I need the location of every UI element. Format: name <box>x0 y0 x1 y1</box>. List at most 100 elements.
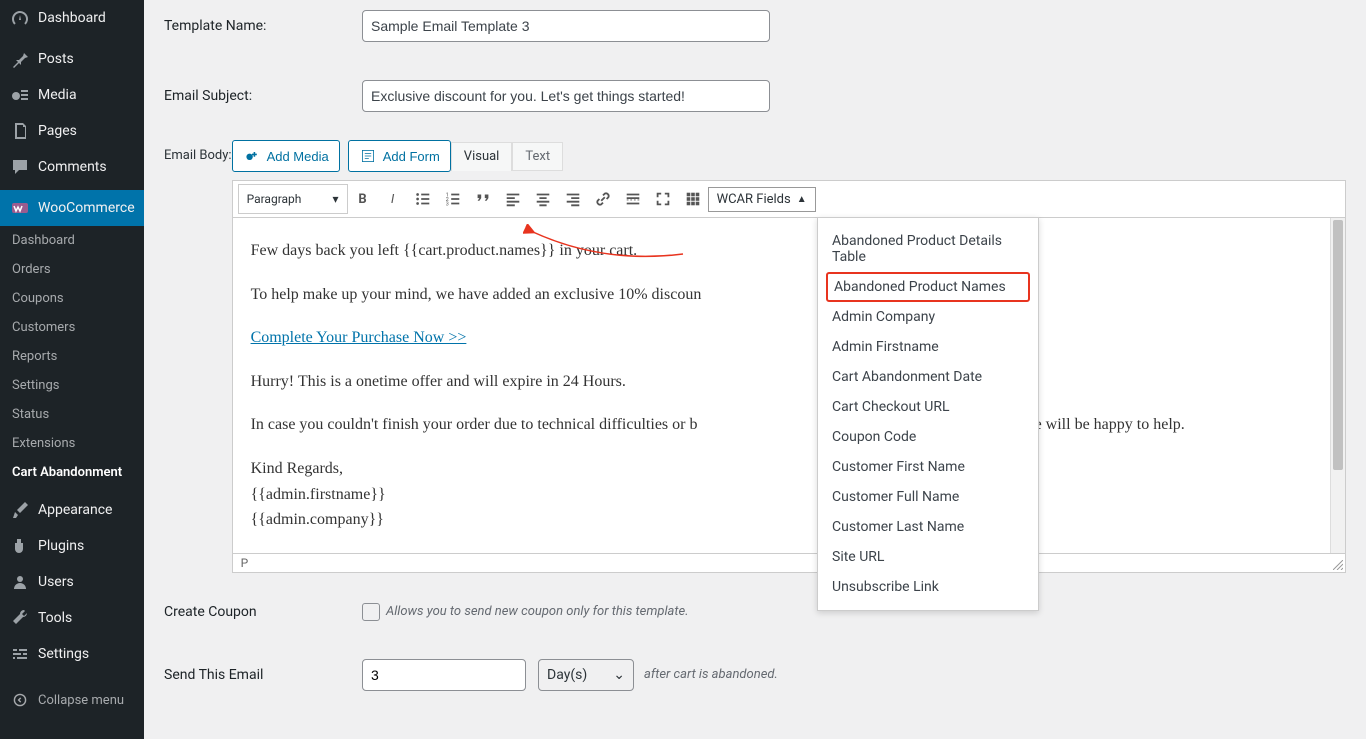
collapse-menu[interactable]: Collapse menu <box>0 682 144 718</box>
editor-scrollbar[interactable] <box>1330 218 1345 553</box>
dd-site-url[interactable]: Site URL <box>818 542 1038 572</box>
create-coupon-checkbox[interactable] <box>362 603 380 621</box>
toolbar-toggle-button[interactable] <box>678 184 708 214</box>
menu-comments[interactable]: Comments <box>0 149 144 185</box>
send-unit-select[interactable]: Day(s)⌄ <box>538 659 634 691</box>
menu-media[interactable]: Media <box>0 77 144 113</box>
dd-unsubscribe[interactable]: Unsubscribe Link <box>818 572 1038 602</box>
brush-icon <box>10 500 30 520</box>
visual-tab[interactable]: Visual <box>451 142 513 171</box>
send-email-label: Send This Email <box>164 667 362 683</box>
chevron-down-icon: ▾ <box>333 192 339 206</box>
dd-product-details-table[interactable]: Abandoned Product Details Table <box>818 226 1038 272</box>
submenu-coupons[interactable]: Coupons <box>0 284 144 313</box>
submenu-reports[interactable]: Reports <box>0 342 144 371</box>
fullscreen-button[interactable] <box>648 184 678 214</box>
media-add-icon <box>243 147 261 165</box>
dd-coupon-code[interactable]: Coupon Code <box>818 422 1038 452</box>
submenu-orders[interactable]: Orders <box>0 255 144 284</box>
submenu-extensions[interactable]: Extensions <box>0 429 144 458</box>
add-media-button[interactable]: Add Media <box>232 140 340 172</box>
menu-label: Comments <box>38 159 107 175</box>
create-coupon-hint: Allows you to send new coupon only for t… <box>386 604 689 619</box>
italic-button[interactable]: I <box>378 184 408 214</box>
menu-label: Users <box>38 574 74 590</box>
align-right-button[interactable] <box>558 184 588 214</box>
editor-body[interactable]: Few days back you left {{cart.product.na… <box>232 218 1346 554</box>
admin-sidebar: Dashboard Posts Media Pages Comments Woo… <box>0 0 144 739</box>
submenu-cart-abandonment[interactable]: Cart Abandonment <box>0 458 144 487</box>
dd-customer-fullname[interactable]: Customer Full Name <box>818 482 1038 512</box>
menu-label: Media <box>38 87 77 103</box>
email-body-label: Email Body: <box>164 140 232 163</box>
collapse-label: Collapse menu <box>38 693 124 708</box>
add-form-button[interactable]: Add Form <box>348 140 451 172</box>
wrench-icon <box>10 608 30 628</box>
wcar-fields-dropdown: Abandoned Product Details Table Abandone… <box>817 217 1039 611</box>
dd-admin-firstname[interactable]: Admin Firstname <box>818 332 1038 362</box>
menu-woocommerce[interactable]: WooCommerce <box>0 190 144 226</box>
sliders-icon <box>10 644 30 664</box>
menu-label: Dashboard <box>38 10 106 26</box>
menu-users[interactable]: Users <box>0 564 144 600</box>
menu-label: Tools <box>38 610 72 626</box>
editor-toolbar: Paragraph▾ B I 123 WCAR Fields▲ <box>232 180 1346 218</box>
chevron-down-icon: ⌄ <box>613 667 625 683</box>
menu-settings[interactable]: Settings <box>0 636 144 672</box>
menu-appearance[interactable]: Appearance <box>0 492 144 528</box>
gauge-icon <box>10 8 30 28</box>
main-content: Template Name: Email Subject: Email Body… <box>144 0 1366 739</box>
woo-icon <box>10 198 30 218</box>
send-after-text: after cart is abandoned. <box>644 667 778 682</box>
resize-handle[interactable] <box>1333 560 1343 570</box>
pages-icon <box>10 121 30 141</box>
dd-product-names[interactable]: Abandoned Product Names <box>826 272 1030 302</box>
menu-label: Appearance <box>38 502 112 518</box>
plugin-icon <box>10 536 30 556</box>
submenu-dashboard[interactable]: Dashboard <box>0 226 144 255</box>
dd-customer-firstname[interactable]: Customer First Name <box>818 452 1038 482</box>
number-list-button[interactable]: 123 <box>438 184 468 214</box>
arrow-up-icon: ▲ <box>797 194 807 205</box>
bullet-list-button[interactable] <box>408 184 438 214</box>
template-name-label: Template Name: <box>164 18 362 34</box>
submenu-status[interactable]: Status <box>0 400 144 429</box>
submenu-customers[interactable]: Customers <box>0 313 144 342</box>
menu-label: Plugins <box>38 538 84 554</box>
format-select[interactable]: Paragraph▾ <box>238 184 348 214</box>
link-button[interactable] <box>588 184 618 214</box>
media-icon <box>10 85 30 105</box>
quote-button[interactable] <box>468 184 498 214</box>
user-icon <box>10 572 30 592</box>
align-center-button[interactable] <box>528 184 558 214</box>
menu-posts[interactable]: Posts <box>0 41 144 77</box>
text-tab[interactable]: Text <box>512 142 563 171</box>
dd-admin-company[interactable]: Admin Company <box>818 302 1038 332</box>
bold-button[interactable]: B <box>348 184 378 214</box>
email-subject-input[interactable] <box>362 80 770 112</box>
send-value-input[interactable] <box>362 659 526 691</box>
wcar-fields-button[interactable]: WCAR Fields▲ <box>708 187 816 212</box>
create-coupon-label: Create Coupon <box>164 604 362 620</box>
menu-dashboard[interactable]: Dashboard <box>0 0 144 36</box>
menu-label: WooCommerce <box>38 200 135 216</box>
menu-pages[interactable]: Pages <box>0 113 144 149</box>
editor-status-path: P <box>232 554 1346 573</box>
dd-cart-date[interactable]: Cart Abandonment Date <box>818 362 1038 392</box>
email-subject-label: Email Subject: <box>164 88 362 104</box>
complete-purchase-link[interactable]: Complete Your Purchase Now >> <box>251 329 467 346</box>
menu-tools[interactable]: Tools <box>0 600 144 636</box>
svg-text:3: 3 <box>445 201 448 207</box>
menu-label: Pages <box>38 123 77 139</box>
submenu-settings[interactable]: Settings <box>0 371 144 400</box>
menu-label: Posts <box>38 51 74 67</box>
menu-label: Settings <box>38 646 89 662</box>
menu-plugins[interactable]: Plugins <box>0 528 144 564</box>
dd-cart-checkout-url[interactable]: Cart Checkout URL <box>818 392 1038 422</box>
readmore-button[interactable] <box>618 184 648 214</box>
dd-customer-lastname[interactable]: Customer Last Name <box>818 512 1038 542</box>
collapse-icon <box>10 690 30 710</box>
form-icon <box>359 147 377 165</box>
align-left-button[interactable] <box>498 184 528 214</box>
template-name-input[interactable] <box>362 10 770 42</box>
